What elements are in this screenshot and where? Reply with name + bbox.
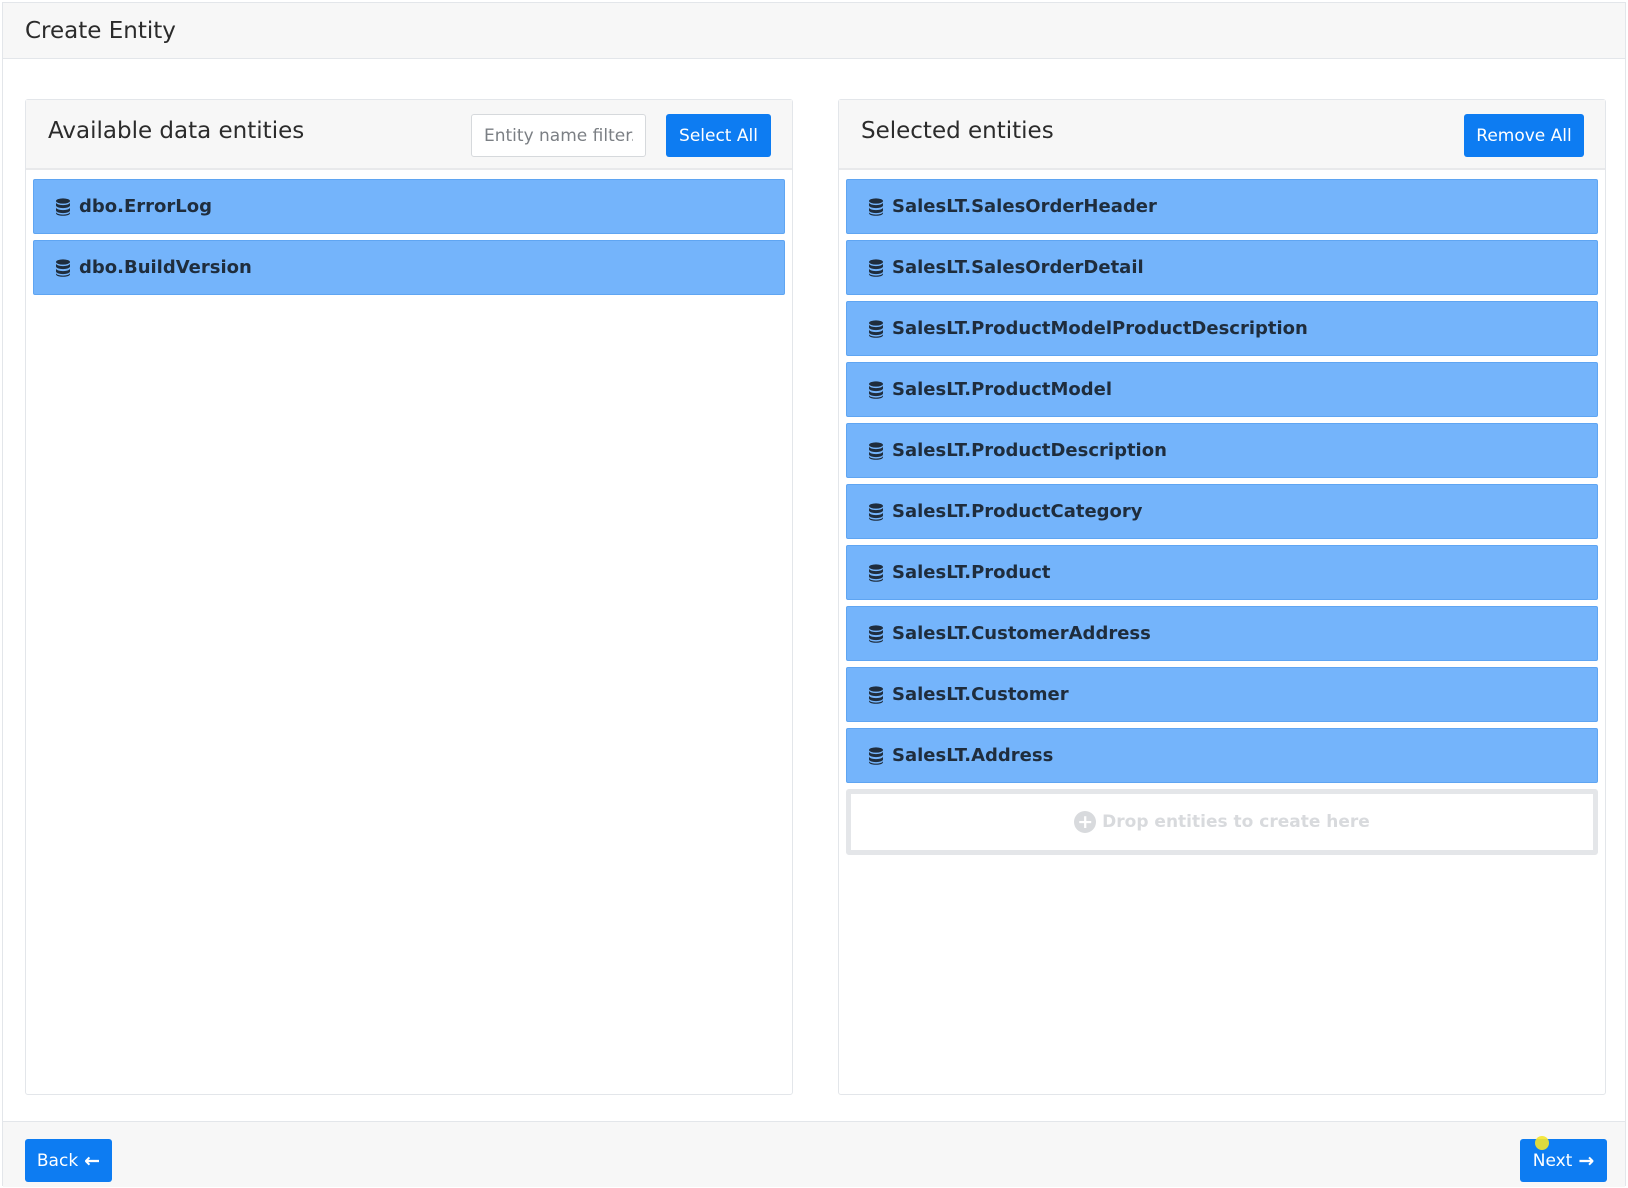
entity-item-label: SalesLT.SalesOrderDetail [892, 257, 1144, 278]
back-button[interactable]: Back ← [25, 1139, 112, 1182]
database-icon [56, 258, 70, 277]
entity-item-label: SalesLT.Address [892, 745, 1054, 766]
entity-item[interactable]: dbo.BuildVersion [33, 240, 785, 295]
available-panel-title: Available data entities [48, 118, 305, 144]
entity-item[interactable]: SalesLT.ProductModelProductDescription [846, 301, 1598, 356]
next-button-label: Next [1532, 1150, 1573, 1171]
entity-item-label: dbo.BuildVersion [79, 257, 252, 278]
entity-item[interactable]: SalesLT.SalesOrderDetail [846, 240, 1598, 295]
entity-item-label: SalesLT.Customer [892, 684, 1069, 705]
entity-item[interactable]: SalesLT.ProductDescription [846, 423, 1598, 478]
database-icon [869, 441, 883, 460]
available-panel-header: Available data entities Select All [26, 100, 792, 170]
drop-zone-label: Drop entities to create here [1102, 812, 1370, 832]
create-entity-dialog: Create Entity Available data entities Se… [2, 2, 1626, 1187]
dialog-title: Create Entity [25, 18, 176, 44]
database-icon [869, 685, 883, 704]
selected-panel-header: Selected entities Remove All [839, 100, 1605, 170]
dialog-header: Create Entity [3, 3, 1625, 59]
entity-name-filter-input[interactable] [471, 114, 646, 157]
entity-item[interactable]: SalesLT.ProductCategory [846, 484, 1598, 539]
database-icon [56, 197, 70, 216]
selected-panel-title: Selected entities [861, 118, 1054, 144]
database-icon [869, 746, 883, 765]
mouse-cursor-highlight [1535, 1136, 1549, 1150]
entity-item-label: SalesLT.ProductModel [892, 379, 1113, 400]
entity-item-label: SalesLT.ProductDescription [892, 440, 1167, 461]
entity-item-label: SalesLT.ProductModelProductDescription [892, 318, 1308, 339]
dialog-footer: Back ← Next → [3, 1121, 1625, 1187]
database-icon [869, 502, 883, 521]
available-entities-list: dbo.ErrorLog dbo.BuildVersion [33, 179, 785, 301]
drop-zone-text: + Drop entities to create here [1074, 811, 1370, 833]
database-icon [869, 258, 883, 277]
next-button[interactable]: Next → [1520, 1139, 1607, 1182]
selected-entities-panel: Selected entities Remove All SalesLT.Sal… [838, 99, 1606, 1095]
select-all-button[interactable]: Select All [666, 114, 771, 157]
entity-item[interactable]: SalesLT.CustomerAddress [846, 606, 1598, 661]
remove-all-button[interactable]: Remove All [1464, 114, 1584, 157]
back-button-label: Back [36, 1150, 79, 1171]
entity-item[interactable]: SalesLT.Address [846, 728, 1598, 783]
entity-item-label: SalesLT.SalesOrderHeader [892, 196, 1157, 217]
drop-zone[interactable]: + Drop entities to create here [846, 789, 1598, 855]
entity-item[interactable]: SalesLT.Customer [846, 667, 1598, 722]
available-entities-panel: Available data entities Select All dbo.E… [25, 99, 793, 1095]
entity-item[interactable]: SalesLT.Product [846, 545, 1598, 600]
plus-circle-icon: + [1074, 811, 1097, 833]
entity-item-label: SalesLT.ProductCategory [892, 501, 1143, 522]
database-icon [869, 624, 883, 643]
database-icon [869, 197, 883, 216]
selected-entities-list: SalesLT.SalesOrderHeader SalesLT.SalesOrd… [846, 179, 1598, 855]
entity-item-label: SalesLT.Product [892, 562, 1051, 583]
database-icon [869, 563, 883, 582]
arrow-right-icon: → [1578, 1149, 1595, 1172]
entity-item-label: dbo.ErrorLog [79, 196, 212, 217]
database-icon [869, 380, 883, 399]
arrow-left-icon: ← [84, 1149, 101, 1172]
entity-item-label: SalesLT.CustomerAddress [892, 623, 1151, 644]
entity-item[interactable]: SalesLT.ProductModel [846, 362, 1598, 417]
database-icon [869, 319, 883, 338]
entity-item[interactable]: SalesLT.SalesOrderHeader [846, 179, 1598, 234]
entity-item[interactable]: dbo.ErrorLog [33, 179, 785, 234]
